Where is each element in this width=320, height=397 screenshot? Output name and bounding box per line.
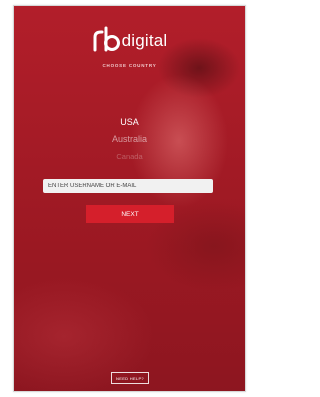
country-option-australia[interactable]: Australia [14, 131, 245, 148]
country-option-canada[interactable]: Canada [14, 148, 245, 165]
rbdigital-logo: digital [14, 26, 245, 52]
login-screen: digital CHOOSE COUNTRY USA Australia Can… [13, 5, 246, 392]
country-picker[interactable]: USA Australia Canada [14, 114, 245, 165]
country-option-usa[interactable]: USA [14, 114, 245, 131]
need-help-button[interactable]: NEED HELP? [111, 372, 149, 384]
next-button[interactable]: NEXT [86, 205, 174, 223]
rb-logo-icon [93, 26, 120, 52]
username-input[interactable] [43, 179, 213, 193]
choose-country-label: CHOOSE COUNTRY [102, 63, 157, 68]
logo-text: digital [121, 30, 168, 50]
